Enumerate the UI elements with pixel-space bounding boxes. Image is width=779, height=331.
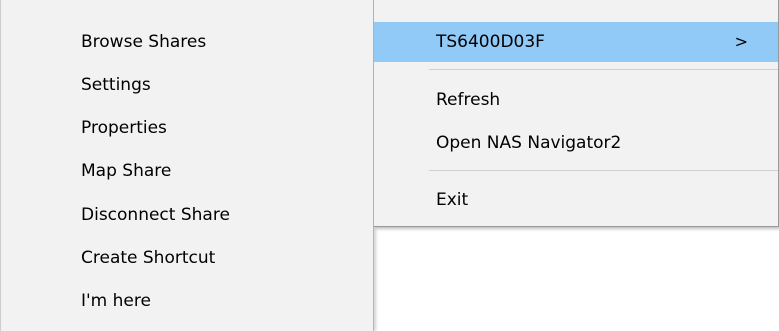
menu-item-open-nas-navigator2[interactable]: Open NAS Navigator2 <box>374 123 778 163</box>
menu-item-settings[interactable]: Settings <box>1 65 374 105</box>
menu-item-disconnect-share[interactable]: Disconnect Share <box>1 195 374 235</box>
menu-item-properties[interactable]: Properties <box>1 108 374 148</box>
menu-item-device-ts6400d03f[interactable]: TS6400D03F > <box>374 22 778 62</box>
menu-item-refresh[interactable]: Refresh <box>374 80 778 120</box>
menu-separator <box>429 170 778 171</box>
nas-submenu: Browse Shares Settings Properties Map Sh… <box>0 0 374 331</box>
menu-item-map-share[interactable]: Map Share <box>1 151 374 191</box>
menu-item-browse-shares[interactable]: Browse Shares <box>1 22 374 62</box>
menu-item-create-shortcut[interactable]: Create Shortcut <box>1 238 374 278</box>
device-label: TS6400D03F <box>436 32 545 52</box>
menu-item-exit[interactable]: Exit <box>374 180 778 220</box>
menu-item-im-here[interactable]: I'm here <box>1 281 374 321</box>
tray-context-menu: TS6400D03F > Refresh Open NAS Navigator2… <box>374 0 779 227</box>
chevron-right-icon: > <box>734 32 748 51</box>
menu-separator <box>429 69 778 70</box>
